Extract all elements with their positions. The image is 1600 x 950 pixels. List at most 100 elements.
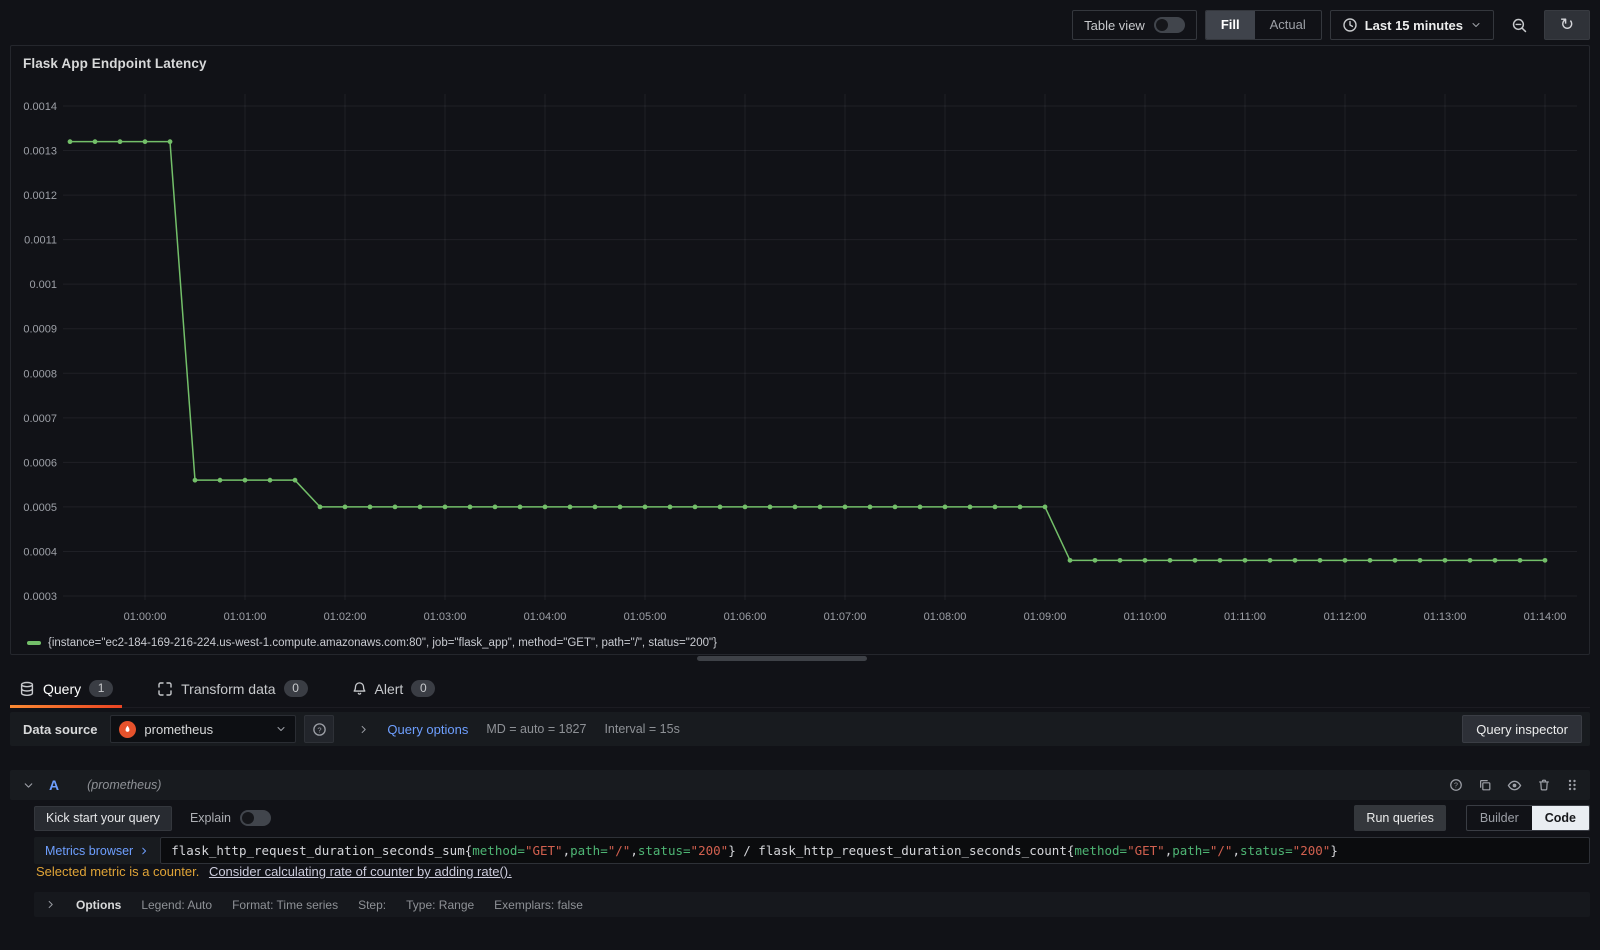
tab-alert-label: Alert — [374, 680, 404, 697]
datasource-label: Data source — [23, 721, 98, 737]
rate-suggestion-link[interactable]: Consider calculating rate of counter by … — [209, 864, 512, 879]
tab-query[interactable]: Query 1 — [10, 670, 123, 708]
svg-text:01:03:00: 01:03:00 — [424, 611, 467, 623]
database-icon — [19, 681, 35, 697]
fill-button[interactable]: Fill — [1205, 11, 1255, 39]
legend-series-swatch — [27, 641, 41, 645]
options-exemplars: Exemplars: false — [494, 897, 583, 912]
actual-button[interactable]: Actual — [1255, 11, 1321, 39]
legend-item[interactable]: {instance="ec2-184-169-216-224.us-west-1… — [27, 637, 717, 649]
builder-button[interactable]: Builder — [1467, 806, 1532, 830]
datasource-help-button[interactable]: ? — [304, 715, 335, 743]
svg-text:0.0009: 0.0009 — [23, 324, 57, 336]
builder-code-segmented: Builder Code — [1465, 805, 1590, 831]
panel-resize-handle[interactable] — [697, 656, 867, 661]
svg-text:?: ? — [1454, 783, 1458, 790]
svg-text:01:00:00: 01:00:00 — [124, 611, 167, 623]
prometheus-icon — [119, 720, 137, 738]
chevron-right-icon — [358, 724, 369, 735]
refresh-icon: ↻ — [1559, 15, 1575, 35]
svg-text:01:02:00: 01:02:00 — [324, 611, 367, 623]
run-queries-button[interactable]: Run queries — [1354, 805, 1446, 831]
toggle-knob — [1155, 19, 1168, 31]
svg-text:0.0005: 0.0005 — [23, 502, 57, 514]
time-range-label: Last 15 minutes — [1364, 17, 1463, 33]
svg-text:01:10:00: 01:10:00 — [1124, 611, 1167, 623]
tab-query-label: Query — [43, 680, 82, 697]
max-data-points-text: MD = auto = 1827 — [486, 722, 587, 736]
query-editor-toolbar: Kick start your query Explain Run querie… — [34, 805, 1590, 831]
datasource-select[interactable]: prometheus — [110, 715, 297, 743]
table-view-toggle-group[interactable]: Table view — [1072, 10, 1197, 40]
svg-text:0.0006: 0.0006 — [23, 457, 57, 469]
duplicate-query-icon[interactable] — [1478, 778, 1492, 792]
explain-toggle[interactable] — [239, 810, 271, 826]
time-series-chart[interactable]: 0.0014 0.0013 0.0012 0.0011 0.001 0.0009 0.000… — [11, 68, 1589, 628]
svg-text:01:14:00: 01:14:00 — [1524, 611, 1567, 623]
metrics-browser-label: Metrics browser — [45, 843, 134, 858]
svg-text:?: ? — [317, 725, 321, 734]
svg-text:01:11:00: 01:11:00 — [1224, 611, 1266, 623]
editor-toolbar-right: Run queries Builder Code — [1354, 805, 1590, 831]
kick-start-query-button[interactable]: Kick start your query — [34, 805, 172, 831]
time-range-picker[interactable]: Last 15 minutes — [1329, 10, 1494, 40]
svg-text:0.0012: 0.0012 — [23, 190, 57, 202]
options-type: Type: Range — [406, 897, 475, 912]
panel-toolbar: Table view Fill Actual Last 15 minutes ↻ — [1072, 10, 1590, 40]
transform-count-badge: 0 — [283, 680, 308, 697]
counter-warning-text: Selected metric is a counter. — [36, 864, 200, 879]
query-help-icon[interactable]: ? — [1449, 778, 1463, 792]
svg-text:0.0013: 0.0013 — [23, 146, 57, 158]
zoom-out-icon — [1511, 17, 1528, 34]
chart-panel: Flask App Endpoint Latency 0.0014 0.0013 0… — [10, 45, 1590, 655]
tab-transform-label: Transform data — [181, 680, 276, 697]
query-datasource-hint: (prometheus) — [87, 778, 162, 792]
svg-text:0.0007: 0.0007 — [23, 413, 57, 425]
svg-text:01:06:00: 01:06:00 — [724, 611, 767, 623]
query-options-summary-row[interactable]: Options Legend: Auto Format: Time series… — [34, 892, 1590, 917]
editor-tabs: Query 1 Transform data 0 Alert 0 — [10, 670, 1590, 708]
explain-label: Explain — [189, 811, 231, 825]
svg-text:0.0011: 0.0011 — [24, 235, 57, 247]
table-view-label: Table view — [1084, 17, 1145, 33]
fill-actual-segmented: Fill Actual — [1204, 10, 1322, 40]
table-view-toggle[interactable] — [1153, 17, 1185, 33]
svg-text:0.0004: 0.0004 — [23, 546, 57, 558]
hide-query-eye-icon[interactable] — [1507, 778, 1522, 793]
promql-query-input[interactable]: flask_http_request_duration_seconds_sum{… — [160, 837, 1590, 864]
toggle-knob — [241, 812, 254, 824]
svg-text:01:12:00: 01:12:00 — [1324, 611, 1367, 623]
query-options-label: Query options — [387, 721, 469, 737]
code-button[interactable]: Code — [1531, 806, 1589, 830]
tab-transform-data[interactable]: Transform data 0 — [148, 670, 316, 707]
alert-count-badge: 0 — [411, 680, 436, 697]
chevron-right-icon — [45, 899, 56, 910]
drag-handle-icon[interactable] — [1566, 778, 1578, 792]
refresh-button[interactable]: ↻ — [1544, 10, 1590, 40]
tab-alert[interactable]: Alert 0 — [343, 670, 445, 707]
explain-toggle-group: Explain — [190, 810, 271, 826]
query-count-badge: 1 — [89, 680, 114, 697]
zoom-out-button[interactable] — [1502, 10, 1536, 40]
svg-text:0.0003: 0.0003 — [23, 591, 57, 603]
panel-edit-page: Table view Fill Actual Last 15 minutes ↻ — [0, 0, 1600, 950]
counter-warning-row: Selected metric is a counter. Consider c… — [36, 864, 512, 879]
transform-icon — [157, 681, 173, 697]
query-row-header[interactable]: A (prometheus) ? — [10, 770, 1590, 800]
datasource-selected-value: prometheus — [144, 721, 214, 737]
options-step: Step: — [358, 897, 387, 912]
clock-icon — [1342, 17, 1358, 33]
svg-text:0.0014: 0.0014 — [23, 101, 57, 113]
delete-query-trash-icon[interactable] — [1537, 778, 1551, 792]
collapse-chevron-icon[interactable] — [22, 779, 35, 792]
metrics-browser-button[interactable]: Metrics browser — [34, 837, 161, 864]
datasource-row: Data source prometheus ? Query options M… — [10, 712, 1590, 746]
svg-text:01:05:00: 01:05:00 — [624, 611, 667, 623]
chevron-right-icon — [139, 846, 149, 856]
svg-text:01:08:00: 01:08:00 — [924, 611, 967, 623]
svg-text:0.0008: 0.0008 — [23, 368, 57, 380]
query-expression-row: Metrics browser flask_http_request_durat… — [34, 837, 1590, 864]
query-inspector-button[interactable]: Query inspector — [1462, 715, 1582, 743]
query-options-toggle[interactable]: Query options MD = auto = 1827 Interval … — [358, 721, 680, 737]
query-ref-id[interactable]: A — [49, 777, 59, 793]
